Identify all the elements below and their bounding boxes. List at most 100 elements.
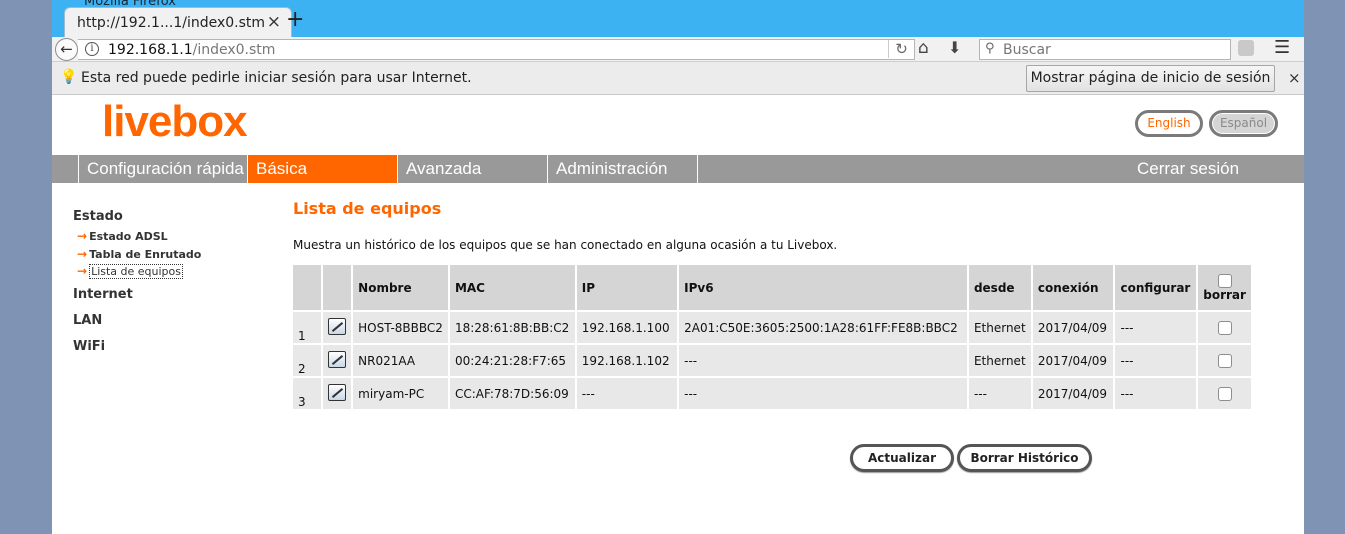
configurar-cell: --- [1114,377,1199,411]
menu-basica[interactable]: Básica [247,155,397,183]
router-page: livebox English Español Configuración rá… [52,95,1304,534]
col-number [293,265,324,312]
borrar-cell [1197,377,1253,411]
new-tab-button[interactable]: + [286,7,304,32]
menu-avanzada[interactable]: Avanzada [397,155,547,183]
row-number: 1 [293,311,324,345]
ipv6-cell: --- [678,344,969,378]
rss-icon[interactable] [1238,40,1254,56]
sidebar-item-lista-equipos[interactable]: → Lista de equipos [77,264,183,279]
back-button[interactable]: ← [55,38,78,61]
page-description: Muestra un histórico de los equipos que … [293,238,838,252]
menu-administracion[interactable]: Administración [547,155,698,183]
row-number: 3 [293,377,324,411]
row-checkbox[interactable] [1217,320,1232,335]
borrar-cell [1197,311,1253,345]
url-bar[interactable]: i 192.168.1.1/index0.stm [78,39,915,60]
tab-strip: Mozilla Firefox http://192.1...1/index0.… [52,0,1304,37]
col-ipv6: IPv6 [678,265,969,312]
search-placeholder: Buscar [1003,42,1051,58]
download-icon[interactable]: ⬇ [948,38,961,57]
col-ip: IP [575,265,680,312]
select-all-checkbox[interactable] [1217,273,1232,288]
clear-history-button[interactable]: Borrar Histórico [957,444,1092,472]
refresh-button[interactable]: Actualizar [850,444,954,472]
browser-window: Mozilla Firefox http://192.1...1/index0.… [52,0,1304,534]
sidebar-wifi[interactable]: WiFi [73,339,105,354]
desde-cell: Ethernet [967,344,1033,378]
nombre-cell: HOST-8BBBC2 [352,311,450,345]
desde-cell: Ethernet [967,311,1033,345]
tab-title: http://192.1...1/index0.stm [77,15,266,31]
search-bar[interactable]: ⚲ Buscar [979,39,1231,60]
borrar-cell [1197,344,1253,378]
nombre-cell: miryam-PC [352,377,450,411]
edit-icon[interactable] [328,383,347,401]
info-icon[interactable]: i [85,42,99,56]
ipv6-cell: --- [678,377,969,411]
conexion-cell: 2017/04/09 [1031,377,1116,411]
conexion-cell: 2017/04/09 [1031,344,1116,378]
row-number: 2 [293,344,324,378]
sidebar-item-estado-adsl[interactable]: → Estado ADSL [77,229,168,243]
nombre-cell: NR021AA [352,344,450,378]
desde-cell: --- [967,377,1033,411]
sidebar-lan[interactable]: LAN [73,313,102,328]
back-arrow-icon: ← [60,40,73,58]
row-checkbox[interactable] [1217,353,1232,368]
col-mac: MAC [448,265,577,312]
devices-table: Nombre MAC IP IPv6 desde conexión config… [293,265,1253,411]
mac-cell: 00:24:21:28:F7:65 [448,344,577,378]
logout-link[interactable]: Cerrar sesión [1137,155,1239,183]
reload-icon[interactable]: ↻ [888,40,914,58]
sidebar-internet[interactable]: Internet [73,287,133,302]
table-header-row: Nombre MAC IP IPv6 desde conexión config… [293,265,1253,312]
home-icon[interactable]: ⌂ [918,38,929,58]
url-text: 192.168.1.1/index0.stm [108,42,275,58]
main-menu: Configuración rápida Básica Avanzada Adm… [52,155,1304,183]
col-conexion: conexión [1031,265,1116,312]
english-button[interactable]: English [1135,110,1203,137]
table-row: 2 NR021AA 00:24:21:28:F7:65 192.168.1.10… [293,344,1253,378]
table-row: 3 miryam-PC CC:AF:78:7D:56:09 --- --- --… [293,377,1253,411]
arrow-right-icon: → [77,247,88,261]
menu-configuracion-rapida[interactable]: Configuración rápida [78,155,248,183]
table-row: 1 HOST-8BBBC2 18:28:61:8B:BB:C2 192.168.… [293,311,1253,345]
arrow-right-icon: → [77,229,88,243]
ip-cell: --- [575,377,680,411]
search-icon: ⚲ [985,41,995,56]
row-checkbox[interactable] [1217,386,1232,401]
page-title: Lista de equipos [293,199,442,218]
notification-close-icon[interactable]: × [1288,69,1301,87]
sidebar-item-tabla-enrutado[interactable]: → Tabla de Enrutado [77,247,201,261]
hamburger-menu-icon[interactable]: ☰ [1274,39,1290,57]
mac-cell: CC:AF:78:7D:56:09 [448,377,577,411]
livebox-logo: livebox [102,97,248,146]
notification-text: Esta red puede pedirle iniciar sesión pa… [81,70,472,86]
configurar-cell: --- [1114,344,1199,378]
edit-cell [322,344,354,378]
url-path: /index0.stm [192,42,276,58]
edit-icon[interactable] [328,317,347,335]
show-login-page-button[interactable]: Mostrar página de inicio de sesión [1026,65,1275,92]
sidebar-item-label: Tabla de Enrutado [89,248,202,261]
sidebar-estado[interactable]: Estado [73,209,123,224]
col-nombre: Nombre [352,265,450,312]
col-edit [322,265,354,312]
ipv6-cell: 2A01:C50E:3605:2500:1A28:61FF:FE8B:BBC2 [678,311,969,345]
espanol-button[interactable]: Español [1209,110,1278,137]
ip-cell: 192.168.1.100 [575,311,680,345]
tab-close-icon[interactable]: × [267,12,281,32]
col-desde: desde [967,265,1033,312]
configurar-cell: --- [1114,311,1199,345]
col-borrar: borrar [1197,265,1253,312]
edit-cell [322,311,354,345]
mac-cell: 18:28:61:8B:BB:C2 [448,311,577,345]
browser-tab[interactable]: http://192.1...1/index0.stm × [64,7,292,37]
url-host: 192.168.1.1 [108,42,193,58]
arrow-right-icon: → [77,264,88,278]
col-configurar: configurar [1114,265,1199,312]
lightbulb-icon: 💡 [60,69,78,85]
edit-icon[interactable] [328,350,347,368]
sidebar-item-label: Estado ADSL [89,230,168,243]
